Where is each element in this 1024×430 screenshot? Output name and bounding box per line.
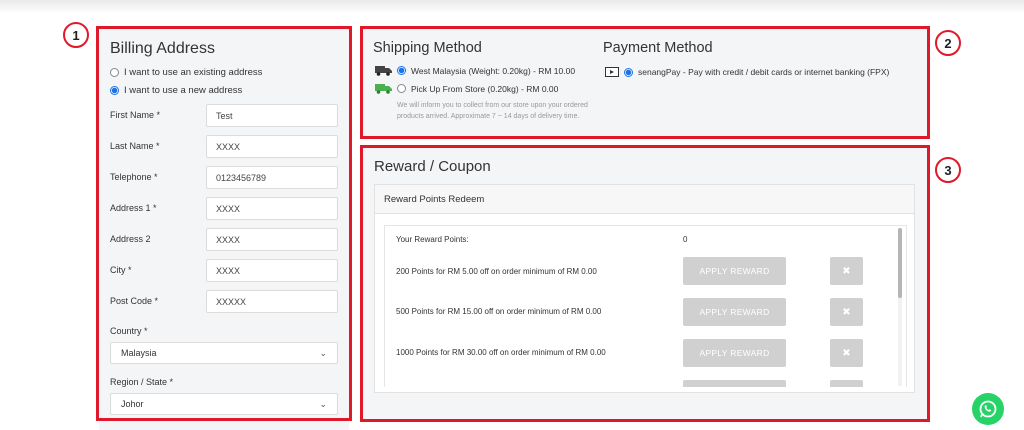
payment-card-icon: [605, 67, 619, 77]
last-name-field[interactable]: XXXX: [206, 135, 338, 158]
address2-field[interactable]: XXXX: [206, 228, 338, 251]
shipping-option-pickup[interactable]: Pick Up From Store (0.20kg) - RM 0.00: [375, 83, 558, 94]
address-option-new[interactable]: I want to use a new address: [110, 85, 242, 96]
shipping-option-label: West Malaysia (Weight: 0.20kg) - RM 10.0…: [411, 65, 576, 76]
chevron-down-icon: ⌄: [319, 347, 327, 358]
remove-reward-button-partial[interactable]: [830, 380, 863, 387]
reward-list-scroll-thumb[interactable]: [898, 228, 902, 298]
step-marker-2: 2: [935, 30, 961, 56]
region-label: Region / State *: [110, 377, 174, 387]
radio-existing-address[interactable]: [110, 68, 119, 77]
city-label: City *: [110, 265, 132, 275]
whatsapp-icon[interactable]: [972, 393, 1004, 425]
region-select[interactable]: Johor ⌄: [110, 393, 338, 415]
last-name-label: Last Name *: [110, 141, 160, 151]
payment-option-label: senangPay - Pay with credit / debit card…: [638, 67, 890, 77]
address1-label: Address 1 *: [110, 203, 157, 213]
country-label: Country *: [110, 326, 148, 336]
radio-senangpay[interactable]: [624, 67, 633, 77]
apply-reward-button-partial[interactable]: [683, 380, 786, 387]
pickup-note: We will inform you to collect from our s…: [397, 102, 588, 120]
step-marker-3: 3: [935, 157, 961, 183]
remove-reward-button[interactable]: ✖: [830, 257, 863, 285]
address2-label: Address 2: [110, 234, 151, 244]
remove-reward-button[interactable]: ✖: [830, 339, 863, 367]
top-shadow-bar: [0, 0, 1024, 14]
remove-reward-button[interactable]: ✖: [830, 298, 863, 326]
chevron-down-icon: ⌄: [319, 398, 327, 409]
radio-pickup[interactable]: [397, 84, 406, 93]
shipping-option-label: Pick Up From Store (0.20kg) - RM 0.00: [411, 83, 559, 94]
delivery-truck-icon: [375, 66, 392, 76]
address-option-label: I want to use an existing address: [124, 67, 263, 78]
billing-title: Billing Address: [110, 40, 215, 57]
reward-title: Reward / Coupon: [374, 158, 491, 175]
reward-list: Your Reward Points: 0 200 Points for RM …: [384, 225, 907, 387]
reward-points-label: Your Reward Points:: [396, 235, 469, 244]
pickup-truck-icon: [375, 84, 392, 94]
shipping-option-west-malaysia[interactable]: West Malaysia (Weight: 0.20kg) - RM 10.0…: [375, 65, 575, 76]
reward-points-card: Reward Points Redeem Your Reward Points:…: [374, 184, 915, 393]
post-code-label: Post Code *: [110, 296, 159, 306]
address-option-label: I want to use a new address: [124, 85, 243, 96]
city-field[interactable]: XXXX: [206, 259, 338, 282]
telephone-field[interactable]: 0123456789: [206, 166, 338, 189]
reward-offer-label: 1000 Points for RM 30.00 off on order mi…: [396, 348, 606, 357]
telephone-label: Telephone *: [110, 172, 158, 182]
reward-offer-label: 500 Points for RM 15.00 off on order min…: [396, 307, 602, 316]
radio-new-address[interactable]: [110, 86, 119, 95]
payment-option-senangpay[interactable]: senangPay - Pay with credit / debit card…: [605, 67, 889, 77]
country-select[interactable]: Malaysia ⌄: [110, 342, 338, 364]
apply-reward-button[interactable]: APPLY REWARD: [683, 298, 786, 326]
region-value: Johor: [121, 399, 144, 409]
reward-points-value: 0: [683, 235, 688, 244]
step-marker-1: 1: [63, 22, 89, 48]
radio-west-malaysia[interactable]: [397, 66, 406, 75]
country-value: Malaysia: [121, 348, 157, 358]
shipping-method-title: Shipping Method: [373, 40, 482, 56]
first-name-field[interactable]: Test: [206, 104, 338, 127]
apply-reward-button[interactable]: APPLY REWARD: [683, 339, 786, 367]
post-code-field[interactable]: XXXXX: [206, 290, 338, 313]
reward-points-header: Reward Points Redeem: [375, 185, 914, 214]
reward-offer-label: 200 Points for RM 5.00 off on order mini…: [396, 267, 597, 276]
payment-method-title: Payment Method: [603, 40, 713, 56]
whatsapp-phone-glyph: [979, 400, 997, 418]
address1-field[interactable]: XXXX: [206, 197, 338, 220]
first-name-label: First Name *: [110, 110, 161, 120]
apply-reward-button[interactable]: APPLY REWARD: [683, 257, 786, 285]
address-option-existing[interactable]: I want to use an existing address: [110, 67, 262, 78]
